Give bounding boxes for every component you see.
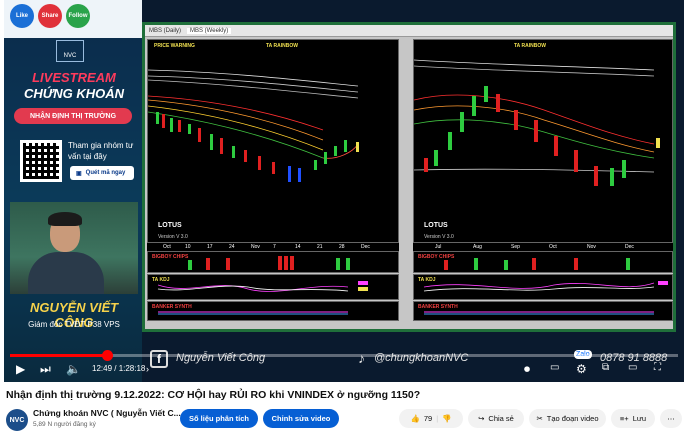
playlist-add-icon: ≡+ — [619, 414, 629, 423]
right-banker-pane: BANKER SYNTH — [413, 301, 673, 321]
save-button[interactable]: ≡+ Lưu — [611, 409, 655, 428]
axis-tick-label: Oct — [163, 244, 171, 250]
left-chart-tab: MBS (Daily) — [149, 27, 182, 34]
lotus-label-right: LOTUS — [424, 222, 448, 229]
axis-tick-label: 21 — [317, 244, 323, 250]
share-icon: ↪ — [478, 414, 485, 423]
miniplayer-icon[interactable]: ⧉ — [602, 362, 609, 373]
subscriber-count: 5,89 N người đăng ký — [33, 421, 96, 428]
next-button[interactable]: ⏭ — [40, 362, 51, 377]
axis-tick-label: 24 — [229, 244, 235, 250]
follow-badge: Follow — [66, 4, 90, 28]
channel-avatar[interactable]: NVC — [6, 409, 28, 431]
volume-icon[interactable]: 🔈 — [66, 362, 81, 376]
analytics-button[interactable]: Số liệu phân tích — [180, 409, 258, 428]
right-date-axis: Jul Aug Sep Oct Nov Dec — [413, 243, 673, 251]
zalo-scan-button: ▣ Quét mã ngay — [70, 166, 134, 180]
axis-tick-label: Jul — [435, 244, 442, 250]
tiktok-icon: ♪ — [358, 350, 365, 366]
version-label-left: Version V 3.0 — [158, 234, 188, 240]
social-bar: Like Share Follow — [4, 0, 142, 38]
share-button[interactable]: ↪ Chia sẻ — [468, 409, 524, 428]
video-title: Nhận định thị trường 9.12.2022: CƠ HỘI h… — [6, 389, 421, 401]
fullscreen-icon[interactable]: ⛶ — [654, 362, 661, 373]
like-count: 79 — [423, 414, 433, 423]
presenter-image — [10, 202, 138, 294]
clip-button[interactable]: ✂ Tạo đoạn video — [529, 409, 606, 428]
edit-video-button[interactable]: Chỉnh sửa video — [263, 409, 339, 428]
share-badge: Share — [38, 4, 62, 28]
play-button[interactable]: ▶ — [16, 362, 25, 376]
chapter-chevron-icon[interactable]: › — [146, 364, 149, 374]
subtitles-icon[interactable]: ▭ — [550, 362, 559, 373]
time-display: 12:49 / 1:28:18 — [92, 364, 146, 373]
settings-gear-icon[interactable]: ⚙ — [576, 362, 587, 376]
theater-mode-icon[interactable]: ▭ — [628, 362, 637, 373]
axis-tick-label: Dec — [625, 244, 634, 250]
share-label: Chia sẻ — [488, 414, 514, 423]
like-dislike-group: 👍 79 | 👎 — [399, 409, 463, 428]
axis-tick-label: 14 — [295, 244, 301, 250]
qr-code-icon — [20, 140, 62, 182]
right-kdj-pane: TA KDJ — [413, 274, 673, 300]
progress-fill — [10, 354, 107, 357]
scissors-icon: ✂ — [536, 414, 543, 423]
thumbs-up-icon[interactable]: 👍 — [411, 414, 420, 423]
axis-tick-label: Aug — [473, 244, 482, 250]
axis-tick-label: 7 — [273, 244, 276, 250]
left-chips-pane: BIGBOY CHIPS — [147, 251, 399, 273]
phone-icon: ▣ — [76, 170, 82, 177]
more-button[interactable]: ⋯ — [660, 409, 682, 428]
axis-tick-label: Dec — [361, 244, 370, 250]
left-date-axis: Oct 10 17 24 Nov 7 14 21 28 Dec — [147, 243, 399, 251]
like-badge: Like — [10, 4, 34, 28]
axis-tick-label: 10 — [185, 244, 191, 250]
more-dots-icon: ⋯ — [667, 414, 675, 423]
axis-tick-label: Nov — [251, 244, 260, 250]
channel-name[interactable]: Chứng khoán NVC ( Nguyễn Viết C... — [33, 408, 181, 418]
lotus-label-left: LOTUS — [158, 222, 182, 229]
clip-label: Tạo đoạn video — [546, 414, 599, 423]
left-banker-pane: BANKER SYNTH — [147, 301, 399, 321]
chung-khoan-title: CHỨNG KHOÁN — [23, 86, 125, 101]
axis-tick-label: Sep — [511, 244, 520, 250]
left-kdj-pane: TA KDJ — [147, 274, 399, 300]
right-price-chart: TA RAINBOW LOTUS Version V 3.0 — [413, 39, 673, 243]
version-label-right: Version V 3.0 — [424, 234, 454, 240]
progress-scrubber[interactable] — [101, 350, 113, 361]
progress-bar[interactable] — [10, 350, 678, 361]
promo-panel: Like Share Follow NVC LIVESTREAM CHỨNG K… — [4, 0, 142, 382]
qr-caption: Tham gia nhóm tư vấn tại đây — [68, 141, 134, 161]
presenter-role: Giám đốc TVĐT P38 VPS — [28, 320, 120, 329]
video-player[interactable]: Like Share Follow NVC LIVESTREAM CHỨNG K… — [4, 0, 684, 382]
weekly-tab: MBS (Weekly) — [187, 27, 232, 34]
facebook-icon: f — [150, 350, 168, 368]
autoplay-toggle[interactable]: ⏺ — [524, 362, 530, 377]
zalo-scan-label: Quét mã ngay — [85, 170, 126, 176]
save-label: Lưu — [632, 414, 647, 423]
nvc-logo: NVC — [56, 40, 84, 62]
window-titlebar: MBS (Daily) MBS (Weekly) — [145, 25, 673, 37]
thumbs-down-icon[interactable]: 👎 — [442, 414, 451, 423]
livestream-title: LIVESTREAM — [32, 70, 116, 85]
axis-tick-label: 17 — [207, 244, 213, 250]
left-price-chart: PRICE WARNING TA RAINBOW LOTUS Version V… — [147, 39, 399, 243]
axis-tick-label: 28 — [339, 244, 345, 250]
axis-tick-label: Oct — [549, 244, 557, 250]
right-chips-pane: BIGBOY CHIPS — [413, 251, 673, 273]
trading-screen: MBS (Daily) MBS (Weekly) PRICE WARNING T… — [142, 22, 676, 332]
axis-tick-label: Nov — [587, 244, 596, 250]
market-tag: NHẬN ĐỊNH THỊ TRƯỜNG — [14, 108, 132, 124]
